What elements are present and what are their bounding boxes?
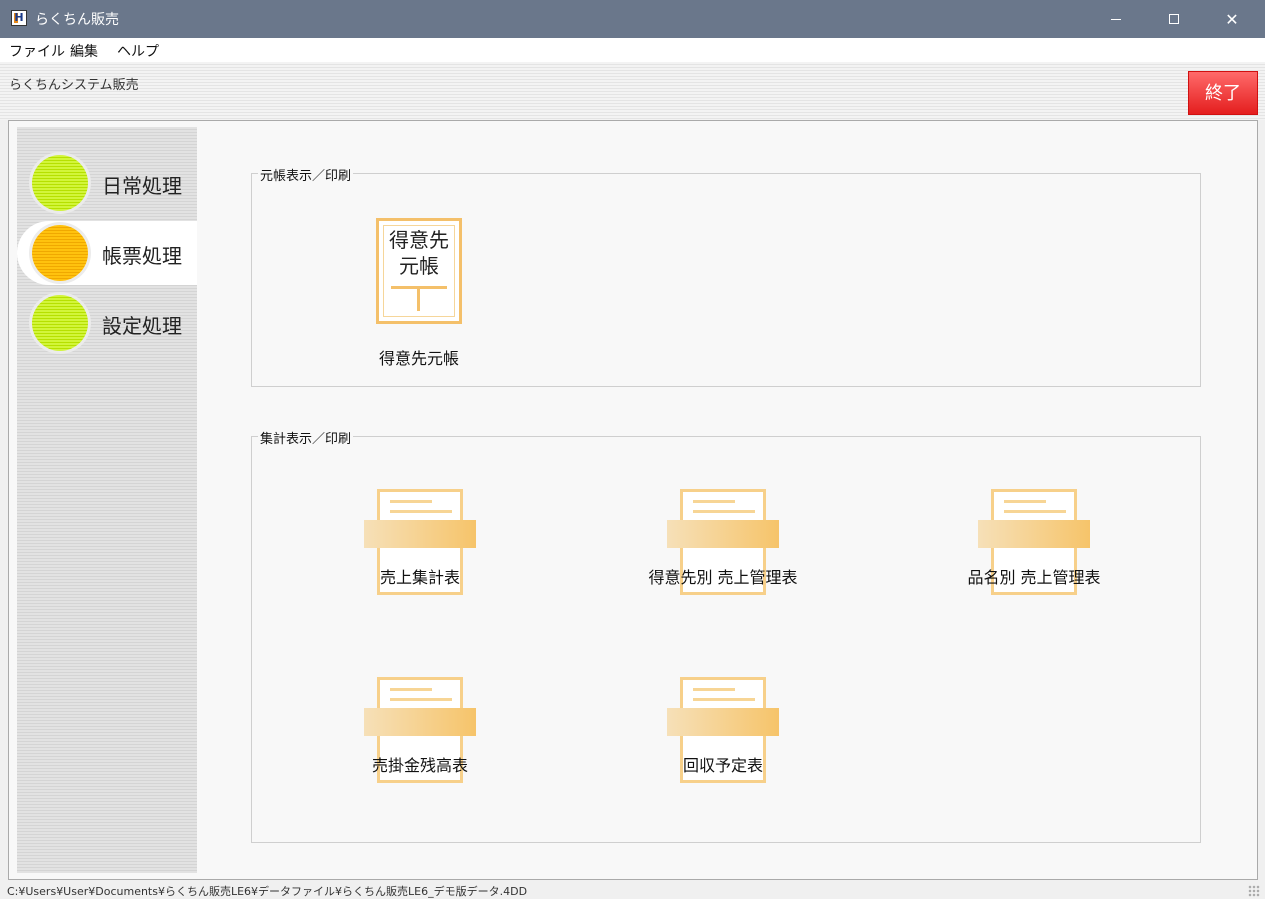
group-title: 元帳表示／印刷 bbox=[258, 165, 354, 184]
sales-by-item-button[interactable]: 品名別 売上管理表 bbox=[967, 489, 1108, 599]
ledger-icon-stem bbox=[417, 289, 420, 311]
receivables-balance-button[interactable]: 売掛金残高表 bbox=[364, 677, 494, 787]
minimize-icon bbox=[1111, 18, 1121, 20]
button-label: 回収予定表 bbox=[682, 756, 764, 775]
ledger-icon-text: 得意先 元帳 bbox=[379, 227, 459, 279]
sales-summary-button[interactable]: 売上集計表 bbox=[364, 489, 494, 599]
button-label: 売上集計表 bbox=[379, 568, 461, 587]
system-name: らくちんシステム販売 bbox=[9, 78, 139, 93]
menu-help[interactable]: ヘルプ bbox=[117, 41, 159, 61]
sales-by-customer-button[interactable]: 得意先別 売上管理表 bbox=[648, 489, 798, 599]
report-icon-bar bbox=[667, 708, 779, 736]
customer-ledger-label[interactable]: 得意先元帳 bbox=[379, 345, 459, 369]
quit-button[interactable]: 終了 bbox=[1188, 71, 1258, 115]
collection-schedule-button[interactable]: 回収予定表 bbox=[667, 677, 797, 787]
resize-grip-icon[interactable] bbox=[1248, 885, 1260, 897]
title-bar: H らくちん販売 ✕ bbox=[0, 0, 1265, 38]
status-bar: C:¥Users¥User¥Documents¥らくちん販売LE6¥データファイ… bbox=[0, 880, 1265, 899]
sidebar-item-daily[interactable]: 日常処理 bbox=[17, 151, 197, 215]
ledger-group: 元帳表示／印刷 得意先 元帳 得意先元帳 bbox=[251, 165, 1201, 387]
data-file-path: C:¥Users¥User¥Documents¥らくちん販売LE6¥データファイ… bbox=[7, 885, 528, 898]
green-circle-icon bbox=[32, 155, 88, 211]
sidebar-item-reports[interactable]: 帳票処理 bbox=[17, 221, 197, 285]
maximize-icon bbox=[1169, 14, 1179, 24]
customer-ledger-icon[interactable]: 得意先 元帳 bbox=[376, 218, 462, 324]
minimize-button[interactable] bbox=[1089, 0, 1143, 38]
green-circle-icon bbox=[32, 295, 88, 351]
sidebar-item-label: 日常処理 bbox=[102, 174, 182, 198]
report-icon-bar bbox=[364, 708, 476, 736]
ledger-icon-text-line2: 元帳 bbox=[399, 254, 439, 278]
report-icon-bar bbox=[667, 520, 779, 548]
sidebar-item-settings[interactable]: 設定処理 bbox=[17, 291, 197, 355]
header-band: らくちんシステム販売 終了 bbox=[0, 62, 1265, 120]
app-icon: H bbox=[11, 10, 27, 26]
window-title: らくちん販売 bbox=[35, 12, 119, 28]
menu-file[interactable]: ファイル bbox=[9, 41, 65, 61]
close-icon: ✕ bbox=[1225, 9, 1239, 29]
maximize-button[interactable] bbox=[1147, 0, 1201, 38]
summary-group: 集計表示／印刷 売上集計表 得意先別 売上管理表 品名別 売上管理表 売掛金残高… bbox=[251, 428, 1201, 843]
button-label: 売掛金残高表 bbox=[371, 756, 469, 775]
ledger-icon-text-line1: 得意先 bbox=[389, 228, 449, 252]
report-icon-bar bbox=[364, 520, 476, 548]
menu-edit[interactable]: 編集 bbox=[70, 41, 98, 61]
group-title: 集計表示／印刷 bbox=[258, 428, 354, 447]
sidebar-item-label: 帳票処理 bbox=[102, 244, 182, 268]
button-label: 品名別 売上管理表 bbox=[967, 568, 1101, 587]
main-panel: 日常処理 帳票処理 設定処理 元帳表示／印刷 得意先 元帳 得意先元帳 集計表示… bbox=[8, 120, 1258, 880]
menu-bar: ファイル 編集 ヘルプ bbox=[0, 38, 1265, 62]
sidebar-item-label: 設定処理 bbox=[102, 314, 182, 338]
close-button[interactable]: ✕ bbox=[1205, 0, 1259, 38]
orange-circle-icon bbox=[32, 225, 88, 281]
sidebar: 日常処理 帳票処理 設定処理 bbox=[17, 127, 197, 873]
report-icon-bar bbox=[978, 520, 1090, 548]
button-label: 得意先別 売上管理表 bbox=[648, 568, 798, 587]
